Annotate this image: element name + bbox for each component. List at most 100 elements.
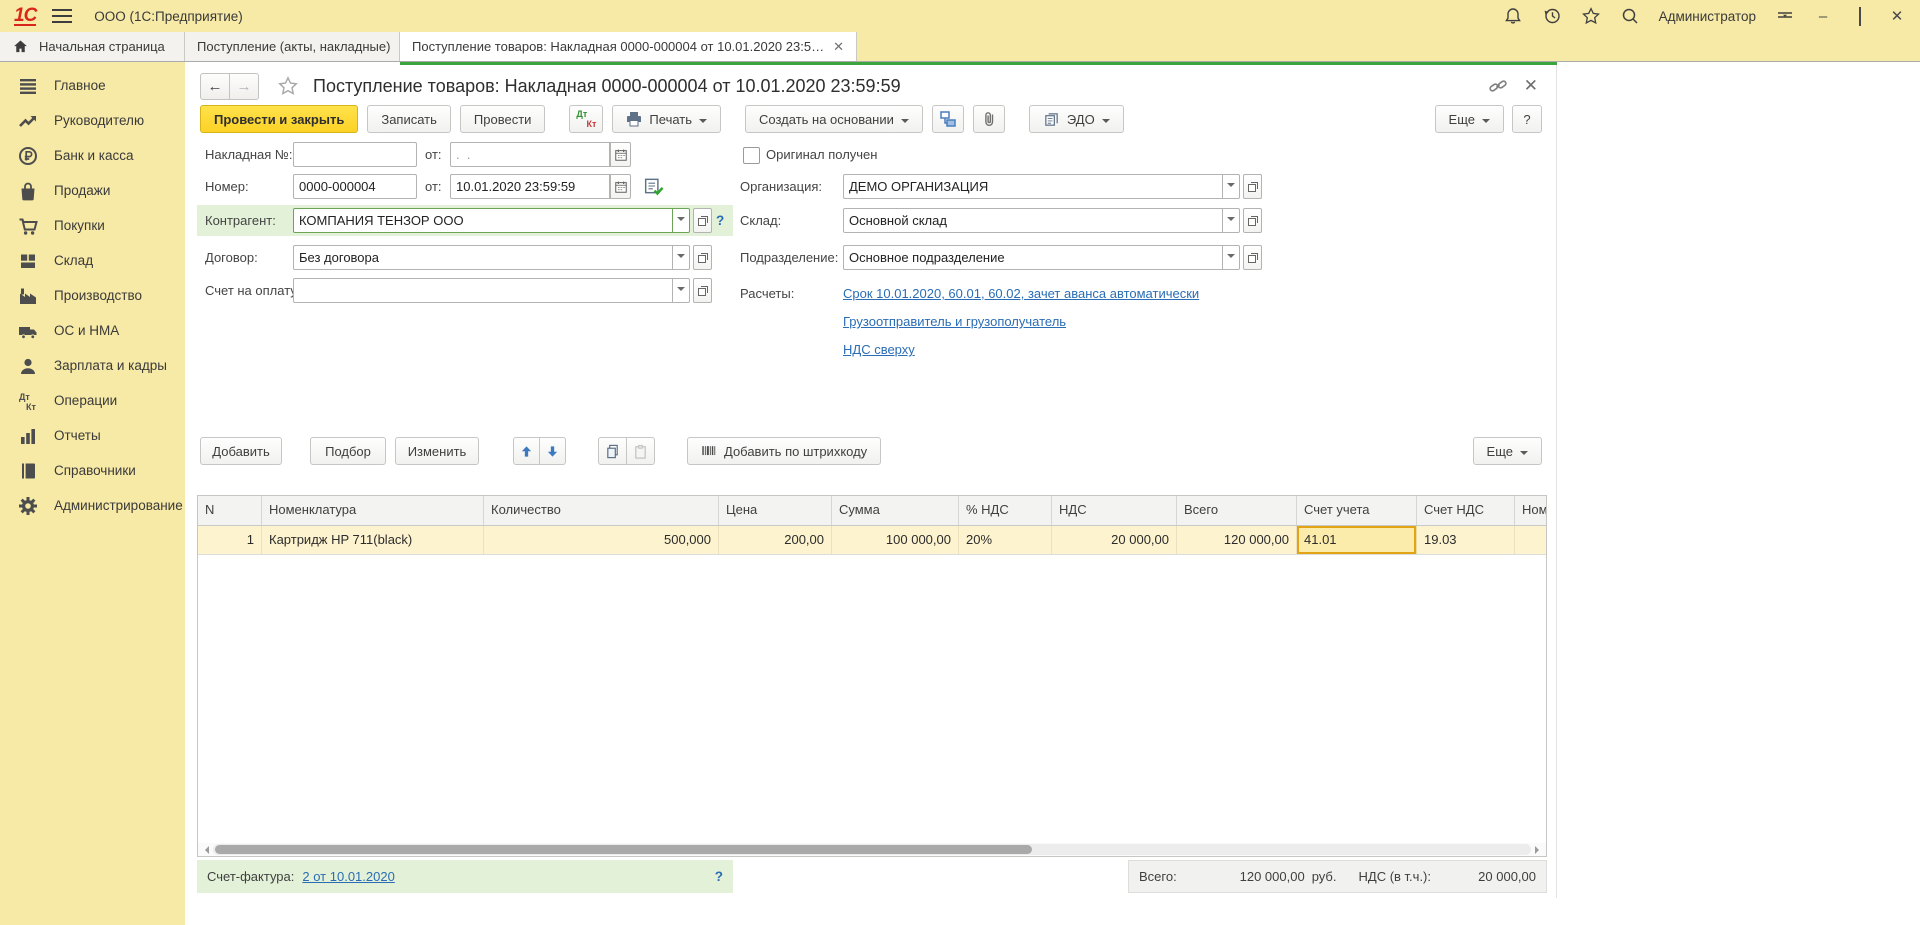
table-row[interactable]: 1 Картридж HP 711(black) 500,000 200,00 … — [198, 526, 1546, 555]
add-row-button[interactable]: Добавить — [200, 437, 282, 465]
cell-vat-rate[interactable]: 20% — [959, 526, 1052, 554]
calendar-button[interactable] — [610, 142, 631, 167]
warehouse-input[interactable] — [843, 208, 1223, 233]
invoice-no-input[interactable] — [293, 142, 417, 167]
warehouse-open-button[interactable] — [1243, 208, 1262, 233]
sidebar-item-bank-cash[interactable]: Банк и касса — [0, 138, 185, 173]
col-header-vat-account[interactable]: Счет НДС — [1417, 496, 1515, 525]
col-header-account[interactable]: Счет учета — [1297, 496, 1417, 525]
shipper-consignee-link[interactable]: Грузоотправитель и грузополучатель — [843, 314, 1066, 329]
payment-invoice-dropdown-button[interactable] — [673, 278, 690, 303]
original-received-checkbox[interactable] — [743, 147, 760, 164]
edit-row-button[interactable]: Изменить — [395, 437, 479, 465]
department-input[interactable] — [843, 245, 1223, 270]
search-icon[interactable] — [1620, 6, 1640, 26]
cell-nomenclature[interactable]: Картридж HP 711(black) — [262, 526, 484, 554]
sidebar-item-operations[interactable]: ДтКт Операции — [0, 383, 185, 418]
cell-price[interactable]: 200,00 — [719, 526, 832, 554]
more-button[interactable]: Еще — [1435, 105, 1504, 133]
create-based-on-button[interactable]: Создать на основании — [745, 105, 923, 133]
help-button[interactable]: ? — [1512, 105, 1542, 133]
contract-dropdown-button[interactable] — [673, 245, 690, 270]
sidebar-item-administration[interactable]: Администрирование — [0, 488, 185, 523]
contract-input[interactable] — [293, 245, 673, 270]
payment-invoice-input[interactable] — [293, 278, 673, 303]
post-button[interactable]: Провести — [460, 105, 546, 133]
get-link-icon[interactable] — [1488, 76, 1508, 96]
cell-account-selected[interactable]: 41.01 — [1297, 526, 1417, 554]
vat-mode-link[interactable]: НДС сверху — [843, 342, 915, 357]
sidebar-item-main[interactable]: Главное — [0, 68, 185, 103]
contract-open-button[interactable] — [693, 245, 712, 270]
sidebar-item-sales[interactable]: Продажи — [0, 173, 185, 208]
post-and-close-button[interactable]: Провести и закрыть — [200, 105, 358, 133]
cell-total[interactable]: 120 000,00 — [1177, 526, 1297, 554]
sidebar-item-production[interactable]: Производство — [0, 278, 185, 313]
service-menu-icon[interactable] — [1775, 6, 1795, 26]
horizontal-scrollbar[interactable] — [198, 843, 1546, 856]
save-button[interactable]: Записать — [367, 105, 451, 133]
favorites-star-icon[interactable] — [1581, 6, 1601, 26]
cell-vat[interactable]: 20 000,00 — [1052, 526, 1177, 554]
col-header-nomenclature[interactable]: Номенклатура — [262, 496, 484, 525]
main-menu-icon[interactable] — [52, 9, 72, 23]
add-by-barcode-button[interactable]: Добавить по штрихкоду — [687, 437, 881, 465]
print-button[interactable]: Печать — [612, 105, 721, 133]
attachments-button[interactable] — [973, 105, 1005, 133]
copy-rows-button[interactable] — [598, 437, 627, 465]
department-dropdown-button[interactable] — [1223, 245, 1240, 270]
cell-n[interactable]: 1 — [198, 526, 262, 554]
tab-close-icon[interactable]: ✕ — [833, 39, 844, 55]
col-header-n[interactable]: N — [198, 496, 262, 525]
move-down-button[interactable] — [540, 437, 566, 465]
sidebar-item-fixed-assets[interactable]: ОС и НМА — [0, 313, 185, 348]
scroll-right-icon[interactable] — [1535, 846, 1543, 854]
number-input[interactable] — [293, 174, 417, 199]
calendar-button[interactable] — [610, 174, 631, 199]
nav-forward-button[interactable]: → — [230, 73, 259, 100]
settlements-link[interactable]: Срок 10.01.2020, 60.01, 60.02, зачет ава… — [843, 286, 1199, 301]
scroll-left-icon[interactable] — [201, 846, 209, 854]
cell-vat-account[interactable]: 19.03 — [1417, 526, 1515, 554]
organization-dropdown-button[interactable] — [1223, 174, 1240, 199]
sidebar-item-directories[interactable]: Справочники — [0, 453, 185, 488]
tab-home[interactable]: Начальная страница — [0, 32, 185, 61]
close-window-button[interactable]: ✕ — [1888, 7, 1906, 25]
sidebar-item-reports[interactable]: Отчеты — [0, 418, 185, 453]
col-header-quantity[interactable]: Количество — [484, 496, 719, 525]
department-open-button[interactable] — [1243, 245, 1262, 270]
move-up-button[interactable] — [513, 437, 540, 465]
nav-back-button[interactable]: ← — [200, 73, 230, 100]
edo-button[interactable]: ЭДО — [1029, 105, 1124, 133]
invoice-link[interactable]: 2 от 10.01.2020 — [302, 869, 394, 884]
col-header-total[interactable]: Всего — [1177, 496, 1297, 525]
table-more-button[interactable]: Еще — [1473, 437, 1542, 465]
sidebar-item-manager[interactable]: Руководителю — [0, 103, 185, 138]
tab-doc-active[interactable]: Поступление товаров: Накладная 0000-0000… — [400, 32, 857, 61]
pick-button[interactable]: Подбор — [310, 437, 386, 465]
current-user[interactable]: Администратор — [1659, 9, 1756, 24]
col-header-sum[interactable]: Сумма — [832, 496, 959, 525]
contractor-help-icon[interactable]: ? — [716, 208, 724, 233]
close-form-icon[interactable]: ✕ — [1524, 79, 1538, 93]
col-header-vat-rate[interactable]: % НДС — [959, 496, 1052, 525]
history-icon[interactable] — [1542, 6, 1562, 26]
sidebar-item-purchases[interactable]: Покупки — [0, 208, 185, 243]
report-structure-button[interactable] — [932, 105, 964, 133]
table-empty-area[interactable] — [198, 555, 1546, 843]
sidebar-item-warehouse[interactable]: Склад — [0, 243, 185, 278]
tab-doc-list[interactable]: Поступление (акты, накладные) ✕ — [185, 32, 400, 61]
cell-quantity[interactable]: 500,000 — [484, 526, 719, 554]
organization-open-button[interactable] — [1243, 174, 1262, 199]
paste-rows-button[interactable] — [627, 437, 655, 465]
col-header-vat[interactable]: НДС — [1052, 496, 1177, 525]
contractor-input[interactable] — [293, 208, 673, 233]
invoice-date-input[interactable] — [450, 142, 610, 167]
invoice-help-icon[interactable]: ? — [715, 864, 723, 889]
payment-invoice-open-button[interactable] — [693, 278, 712, 303]
contractor-open-button[interactable] — [693, 208, 712, 233]
edit-comment-icon[interactable] — [644, 176, 664, 196]
cell-gtd[interactable] — [1515, 526, 1546, 554]
scrollbar-track[interactable] — [213, 844, 1531, 855]
show-postings-button[interactable]: ДтКт — [569, 105, 603, 133]
